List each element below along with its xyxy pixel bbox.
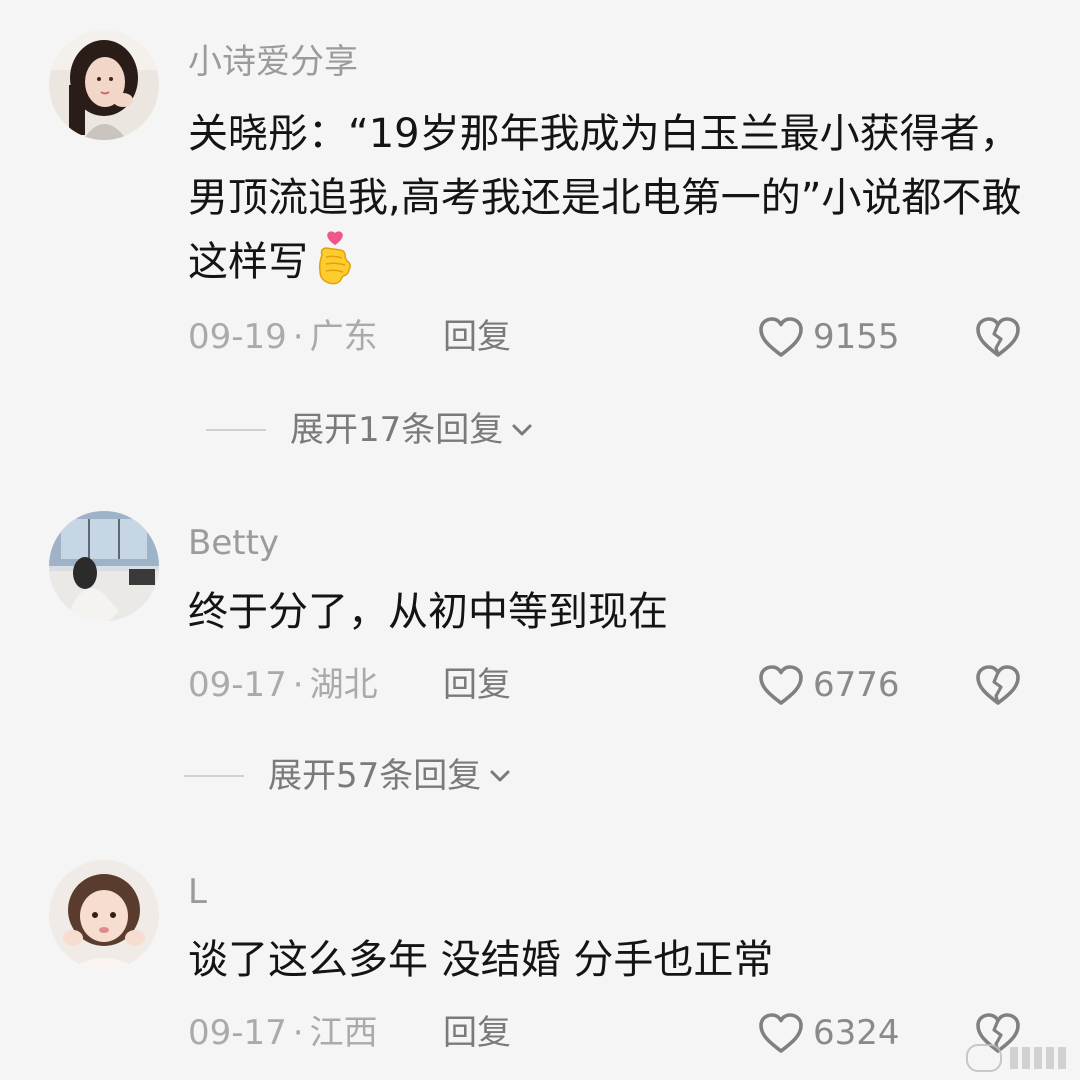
comment-date: 09-17 [188, 665, 287, 705]
meta-separator: · [292, 317, 304, 357]
comment-location: 江西 [309, 1013, 378, 1053]
avatar[interactable] [49, 30, 159, 140]
watermark-logo-icon [966, 1044, 1002, 1072]
username[interactable]: 小诗爱分享 [188, 42, 358, 82]
like-button[interactable]: 6324 [757, 1008, 900, 1058]
reply-button[interactable]: 回复 [443, 660, 511, 710]
expand-divider [206, 429, 266, 431]
comment-meta: 09-19 · 广东 [188, 312, 378, 362]
username[interactable]: L [188, 872, 207, 912]
reply-button[interactable]: 回复 [443, 312, 511, 362]
expand-replies-button[interactable]: 展开17条回复 [206, 405, 535, 455]
expand-divider [184, 775, 244, 777]
watermark [966, 1044, 1066, 1072]
comment-meta: 09-17 · 湖北 [188, 660, 378, 710]
dislike-button[interactable] [974, 312, 1022, 362]
comment-date: 09-19 [188, 317, 287, 357]
heart-outline-icon [759, 1013, 803, 1053]
avatar[interactable] [49, 860, 159, 970]
comment-location: 广东 [309, 317, 378, 357]
meta-separator: · [292, 1013, 304, 1053]
comment-text: 终于分了，从初中等到现在 [188, 589, 668, 635]
comment-meta: 09-17 · 江西 [188, 1008, 378, 1058]
like-button[interactable]: 6776 [757, 660, 900, 710]
finger-heart-emoji-icon [314, 231, 356, 285]
heart-outline-icon [759, 665, 803, 705]
comment-date: 09-17 [188, 1013, 287, 1053]
like-button[interactable]: 9155 [757, 312, 900, 362]
broken-heart-icon [976, 317, 1020, 357]
chevron-down-icon [512, 424, 532, 436]
username[interactable]: Betty [188, 523, 279, 563]
like-count: 6776 [813, 665, 900, 705]
avatar[interactable] [49, 511, 159, 621]
comment-text: 关晓彤：“19岁那年我成为白玉兰最小获得者，男顶流追我,高考我还是北电第一的”小… [188, 102, 1058, 294]
meta-separator: · [292, 665, 304, 705]
dislike-button[interactable] [974, 660, 1022, 710]
expand-replies-label: 展开17条回复 [290, 410, 504, 450]
expand-replies-button[interactable]: 展开57条回复 [184, 751, 513, 801]
broken-heart-icon [976, 665, 1020, 705]
like-count: 9155 [813, 317, 900, 357]
heart-outline-icon [759, 317, 803, 357]
chevron-down-icon [490, 770, 510, 782]
watermark-bars-icon [1010, 1047, 1066, 1069]
expand-replies-label: 展开57条回复 [268, 756, 482, 796]
like-count: 6324 [813, 1013, 900, 1053]
comment-text: 谈了这么多年 没结婚 分手也正常 [188, 937, 774, 983]
reply-button[interactable]: 回复 [443, 1008, 511, 1058]
comment-location: 湖北 [309, 665, 378, 705]
